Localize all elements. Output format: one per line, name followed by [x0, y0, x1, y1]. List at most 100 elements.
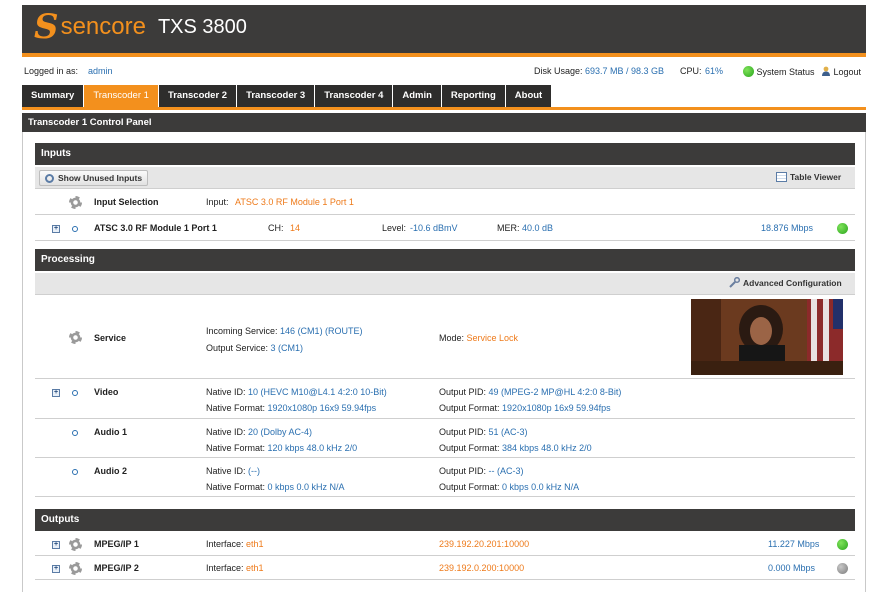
system-status-label: System Status: [756, 67, 815, 77]
output-service: Output Service: 3 (CM1): [206, 343, 304, 353]
output-row: + MPEG/IP 2 Interface: eth1 239.192.0.200:1…: [35, 557, 855, 580]
level-label: Level:: [382, 223, 407, 233]
expand-icon[interactable]: +: [52, 389, 60, 397]
logout-link[interactable]: Logout: [821, 66, 861, 77]
output-row: + MPEG/IP 1 Interface: eth1 239.192.20.201:…: [35, 533, 855, 556]
output-bitrate: 0.000 Mbps: [768, 563, 816, 573]
show-unused-inputs-button[interactable]: Show Unused Inputs: [39, 170, 149, 186]
status-ring-icon: [72, 430, 78, 436]
product-model: TXS 3800: [157, 16, 247, 38]
video-preview-thumbnail: [691, 299, 843, 375]
incoming-service: Incoming Service: 146 (CM1) (ROUTE): [206, 326, 363, 336]
expand-icon[interactable]: +: [52, 225, 60, 233]
status-bar: Logged in as: admin Disk Usage: 693.7 MB…: [22, 66, 866, 78]
mer-value: 40.0 dB: [522, 223, 554, 233]
video-output-format: Output Format: 1920x1080p 16x9 59.94fps: [439, 403, 611, 413]
video-label: Video: [94, 387, 119, 397]
input-port-row: + ATSC 3.0 RF Module 1 Port 1 CH: 14 Lev…: [35, 216, 855, 241]
channel-label: CH:: [268, 223, 284, 233]
output-address[interactable]: 239.192.0.200:10000: [439, 563, 524, 573]
tab-about[interactable]: About: [505, 85, 552, 107]
gear-icon[interactable]: [69, 562, 82, 575]
output-interface: Interface: eth1: [206, 563, 264, 573]
table-viewer-label: Table Viewer: [790, 172, 842, 182]
status-ring-icon: [72, 469, 78, 475]
output-interface: Interface: eth1: [206, 539, 264, 549]
gear-icon[interactable]: [69, 538, 82, 551]
tab-transcoder-3[interactable]: Transcoder 3: [237, 85, 315, 107]
input-selection-label: Input Selection: [94, 197, 159, 207]
gear-icon[interactable]: [69, 196, 82, 209]
disk-usage-label: Disk Usage:: [534, 66, 583, 76]
tab-summary[interactable]: Summary: [22, 85, 84, 107]
audio2-output-format: Output Format: 0 kbps 0.0 kHz N/A: [439, 482, 580, 492]
output-status-icon: [837, 539, 848, 550]
video-output-pid: Output PID: 49 (MPEG-2 MP@HL 4:2:0 8-Bit…: [439, 387, 622, 397]
gear-icon[interactable]: [69, 331, 82, 344]
audio1-row: Audio 1 Native ID: 20 (Dolby AC-4) Nativ…: [35, 420, 855, 458]
video-native-id: Native ID: 10 (HEVC M10@L4.1 4:2:0 10-Bi…: [206, 387, 387, 397]
audio2-label: Audio 2: [94, 466, 127, 476]
expand-icon[interactable]: +: [52, 565, 60, 573]
audio1-output-pid: Output PID: 51 (AC-3): [439, 427, 528, 437]
tab-transcoder-4[interactable]: Transcoder 4: [315, 85, 393, 107]
cpu-label: CPU:: [680, 66, 702, 76]
output-bitrate: 11.227 Mbps: [768, 539, 820, 549]
user-icon: [821, 66, 831, 76]
channel-value: 14: [290, 223, 301, 233]
processing-toolbar: Advanced Configuration: [35, 273, 855, 295]
inputs-header: Inputs: [35, 143, 855, 165]
advanced-configuration-label: Advanced Configuration: [743, 278, 842, 288]
audio2-native-id: Native ID: (--): [206, 466, 261, 476]
input-bitrate: 18.876 Mbps: [761, 223, 814, 233]
table-viewer-button[interactable]: Table Viewer: [771, 170, 846, 186]
video-native-format: Native Format: 1920x1080p 16x9 59.94fps: [206, 403, 377, 413]
input-port-name: ATSC 3.0 RF Module 1 Port 1: [94, 223, 217, 233]
audio1-native-id: Native ID: 20 (Dolby AC-4): [206, 427, 313, 437]
system-status-icon: [743, 66, 754, 77]
status-ring-icon: [72, 390, 78, 396]
audio1-output-format: Output Format: 384 kbps 48.0 kHz 2/0: [439, 443, 592, 453]
wrench-icon: [729, 276, 741, 288]
disk-usage-value: 693.7 MB / 98.3 GB: [585, 66, 665, 76]
outputs-header: Outputs: [35, 509, 855, 531]
input-status-icon: [837, 223, 848, 234]
output-name: MPEG/IP 1: [94, 539, 139, 549]
processing-header: Processing: [35, 249, 855, 271]
magnifier-icon: [45, 174, 54, 183]
output-status-icon: [837, 563, 848, 574]
level-value: -10.6 dBmV: [410, 223, 458, 233]
audio2-native-format: Native Format: 0 kbps 0.0 kHz N/A: [206, 482, 345, 492]
mode: Mode: Service Lock: [439, 333, 519, 343]
tab-transcoder-1[interactable]: Transcoder 1: [84, 85, 158, 107]
header-divider: [22, 53, 866, 57]
sencore-logo: S sencore TXS 3800: [34, 10, 247, 44]
panel-title: Transcoder 1 Control Panel: [22, 113, 866, 132]
main-tabs: Summary Transcoder 1 Transcoder 2 Transcode…: [22, 85, 552, 107]
audio1-native-format: Native Format: 120 kbps 48.0 kHz 2/0: [206, 443, 358, 453]
audio1-label: Audio 1: [94, 427, 127, 437]
advanced-configuration-button[interactable]: Advanced Configuration: [724, 276, 847, 292]
logged-in-label: Logged in as:: [24, 66, 79, 76]
tab-admin[interactable]: Admin: [393, 85, 441, 107]
logout-label: Logout: [833, 67, 862, 77]
input-selection-value[interactable]: ATSC 3.0 RF Module 1 Port 1: [235, 197, 354, 207]
expand-icon[interactable]: +: [52, 541, 60, 549]
tab-underline: [22, 107, 866, 110]
table-icon: [776, 172, 787, 182]
cpu-value: 61%: [705, 66, 724, 76]
tab-reporting[interactable]: Reporting: [441, 85, 505, 107]
tab-transcoder-2[interactable]: Transcoder 2: [158, 85, 237, 107]
show-unused-inputs-label: Show Unused Inputs: [58, 173, 143, 183]
audio2-row: Audio 2 Native ID: (--) Native Format: 0…: [35, 459, 855, 497]
status-ring-icon: [72, 226, 78, 232]
username: admin: [88, 66, 113, 76]
output-name: MPEG/IP 2: [94, 563, 139, 573]
mer-label: MER:: [497, 223, 520, 233]
video-row: + Video Native ID: 10 (HEVC M10@L4.1 4:2…: [35, 380, 855, 419]
input-key: Input:: [206, 197, 229, 207]
output-address[interactable]: 239.192.20.201:10000: [439, 539, 529, 549]
service-label: Service: [94, 333, 127, 343]
system-status-link[interactable]: System Status: [743, 66, 815, 77]
audio2-output-pid: Output PID: -- (AC-3): [439, 466, 524, 476]
